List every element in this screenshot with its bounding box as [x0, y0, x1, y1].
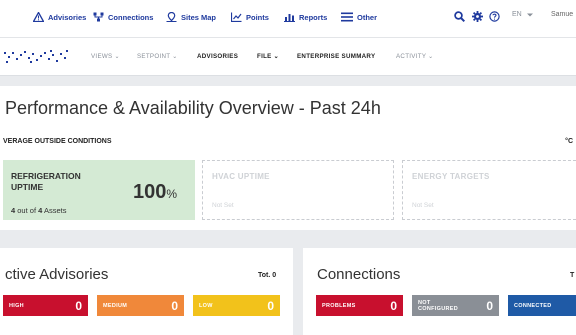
subnav-enterprise-summary-label: ENTERPRISE SUMMARY	[297, 53, 376, 60]
connected-label: CONNECTED	[514, 302, 552, 309]
low-advisories-badge[interactable]: LOW 0	[193, 295, 280, 316]
low-label: LOW	[199, 302, 213, 309]
subnav-views[interactable]: VIEWS ⌄	[91, 53, 120, 60]
asset-count: 4	[11, 206, 16, 215]
medium-advisories-badge[interactable]: MEDIUM 0	[97, 295, 184, 316]
asset-total: 4	[38, 206, 43, 215]
subnav-advisories[interactable]: ADVISORIES	[197, 53, 238, 60]
nav-points-label: Points	[246, 12, 269, 22]
refrigeration-uptime-value: 100%	[133, 181, 177, 204]
advisories-total: Tot. 0	[258, 272, 277, 279]
hvac-uptime-label: HVAC UPTIME	[212, 172, 270, 181]
temperature-unit: °C	[565, 138, 573, 145]
nav-points[interactable]: Points	[231, 12, 269, 22]
subnav-activity[interactable]: ACTIVITY ⌄	[396, 53, 434, 60]
company-logo	[4, 49, 70, 70]
active-advisories-panel: ctive Advisories Tot. 0 HIGH 0 MEDIUM 0 …	[0, 248, 293, 335]
logo-icon	[4, 50, 68, 63]
nav-sites-map[interactable]: Sites Map	[166, 12, 216, 22]
nav-other-label: Other	[357, 12, 378, 22]
subnav-file-label: FILE	[257, 53, 272, 60]
advisories-title: ctive Advisories	[5, 266, 109, 283]
language-selector[interactable]: EN	[512, 11, 534, 18]
outside-conditions-heading: VERAGE OUTSIDE CONDITIONS	[3, 138, 112, 145]
energy-targets-label: ENERGY TARGETS	[412, 172, 490, 181]
settings-button[interactable]	[472, 11, 483, 22]
connections-title: Connections	[317, 266, 401, 283]
not-configured-label-line2: CONFIGURED	[418, 305, 458, 312]
menu-lines-icon	[341, 12, 353, 22]
subnav-advisories-label: ADVISORIES	[197, 53, 239, 60]
nav-advisories[interactable]: Advisories	[33, 12, 86, 22]
chevron-down-icon: ⌄	[114, 53, 120, 60]
map-pin-icon	[166, 12, 177, 22]
hvac-uptime-tile[interactable]: HVAC UPTIME Not Set	[202, 160, 394, 220]
low-count: 0	[267, 298, 274, 313]
search-button[interactable]	[454, 11, 465, 22]
connections-total: T	[570, 272, 575, 279]
uptime-number: 100	[133, 181, 167, 203]
subnav-setpoint[interactable]: SETPOINT ⌄	[137, 53, 178, 60]
medium-label: MEDIUM	[103, 302, 128, 309]
refrigeration-label-line2: UPTIME	[11, 182, 44, 192]
energy-targets-tile[interactable]: ENERGY TARGETS Not Set	[402, 160, 576, 220]
nav-advisories-label: Advisories	[48, 12, 87, 22]
chart-points-icon	[231, 12, 242, 22]
nav-connections-label: Connections	[108, 12, 154, 22]
chevron-down-icon: ⌄	[172, 53, 178, 60]
subnav-file[interactable]: FILE ⌄	[257, 53, 279, 60]
search-icon	[454, 11, 465, 22]
connected-badge[interactable]: CONNECTED	[508, 295, 576, 316]
help-button[interactable]	[489, 11, 500, 22]
asset-label: Assets	[43, 206, 67, 215]
warning-icon	[33, 12, 44, 22]
refrigeration-uptime-tile[interactable]: REFRIGERATION UPTIME 100% 4 out of 4 Ass…	[3, 160, 195, 220]
nav-other[interactable]: Other	[341, 12, 377, 22]
energy-status: Not Set	[412, 202, 434, 209]
high-label: HIGH	[9, 302, 24, 309]
nav-reports[interactable]: Reports	[284, 12, 327, 22]
performance-overview-panel: Performance & Availability Overview - Pa…	[0, 86, 576, 230]
uptime-percent: %	[166, 187, 178, 201]
nav-reports-label: Reports	[299, 12, 328, 22]
problems-label: PROBLEMS	[322, 302, 356, 309]
refrigeration-uptime-label: REFRIGERATION UPTIME	[11, 171, 101, 193]
subnav-setpoint-label: SETPOINT	[137, 53, 171, 60]
page-title: Performance & Availability Overview - Pa…	[5, 98, 381, 118]
problems-connections-badge[interactable]: PROBLEMS 0	[316, 295, 403, 316]
connections-panel: Connections T PROBLEMS 0 NOT CONFIGURED …	[303, 248, 576, 335]
secondary-navigation-bar: VIEWS ⌄ SETPOINT ⌄ ADVISORIES FILE ⌄ ENT…	[0, 38, 576, 76]
chevron-down-icon: ⌄	[273, 53, 280, 60]
user-menu[interactable]: Samue	[551, 11, 573, 18]
asset-of-text: out of	[17, 206, 37, 215]
chevron-down-icon: ⌄	[428, 53, 434, 60]
high-advisories-badge[interactable]: HIGH 0	[3, 295, 88, 316]
language-label: EN	[512, 11, 522, 18]
refrigeration-asset-count: 4 out of 4 Assets	[11, 206, 66, 215]
nav-connections[interactable]: Connections	[93, 12, 153, 22]
refrigeration-label-line1: REFRIGERATION	[11, 171, 81, 181]
bar-chart-icon	[284, 14, 295, 22]
hvac-status: Not Set	[212, 202, 234, 209]
network-icon	[93, 12, 104, 22]
subnav-activity-label: ACTIVITY	[396, 53, 427, 60]
help-icon	[489, 11, 500, 22]
not-configured-connections-badge[interactable]: NOT CONFIGURED 0	[412, 295, 499, 316]
subnav-views-label: VIEWS	[91, 53, 113, 60]
not-configured-label: NOT CONFIGURED	[418, 300, 458, 312]
top-navigation-bar: Advisories Connections Sites Map Points …	[0, 0, 576, 38]
subnav-enterprise-summary[interactable]: ENTERPRISE SUMMARY	[297, 53, 375, 60]
medium-count: 0	[171, 298, 178, 313]
user-name: Samue	[551, 11, 574, 18]
nav-sites-map-label: Sites Map	[181, 12, 217, 22]
not-configured-count: 0	[486, 298, 493, 313]
problems-count: 0	[390, 298, 397, 313]
gear-icon	[472, 11, 483, 22]
high-count: 0	[75, 298, 82, 313]
caret-down-icon	[526, 13, 533, 16]
